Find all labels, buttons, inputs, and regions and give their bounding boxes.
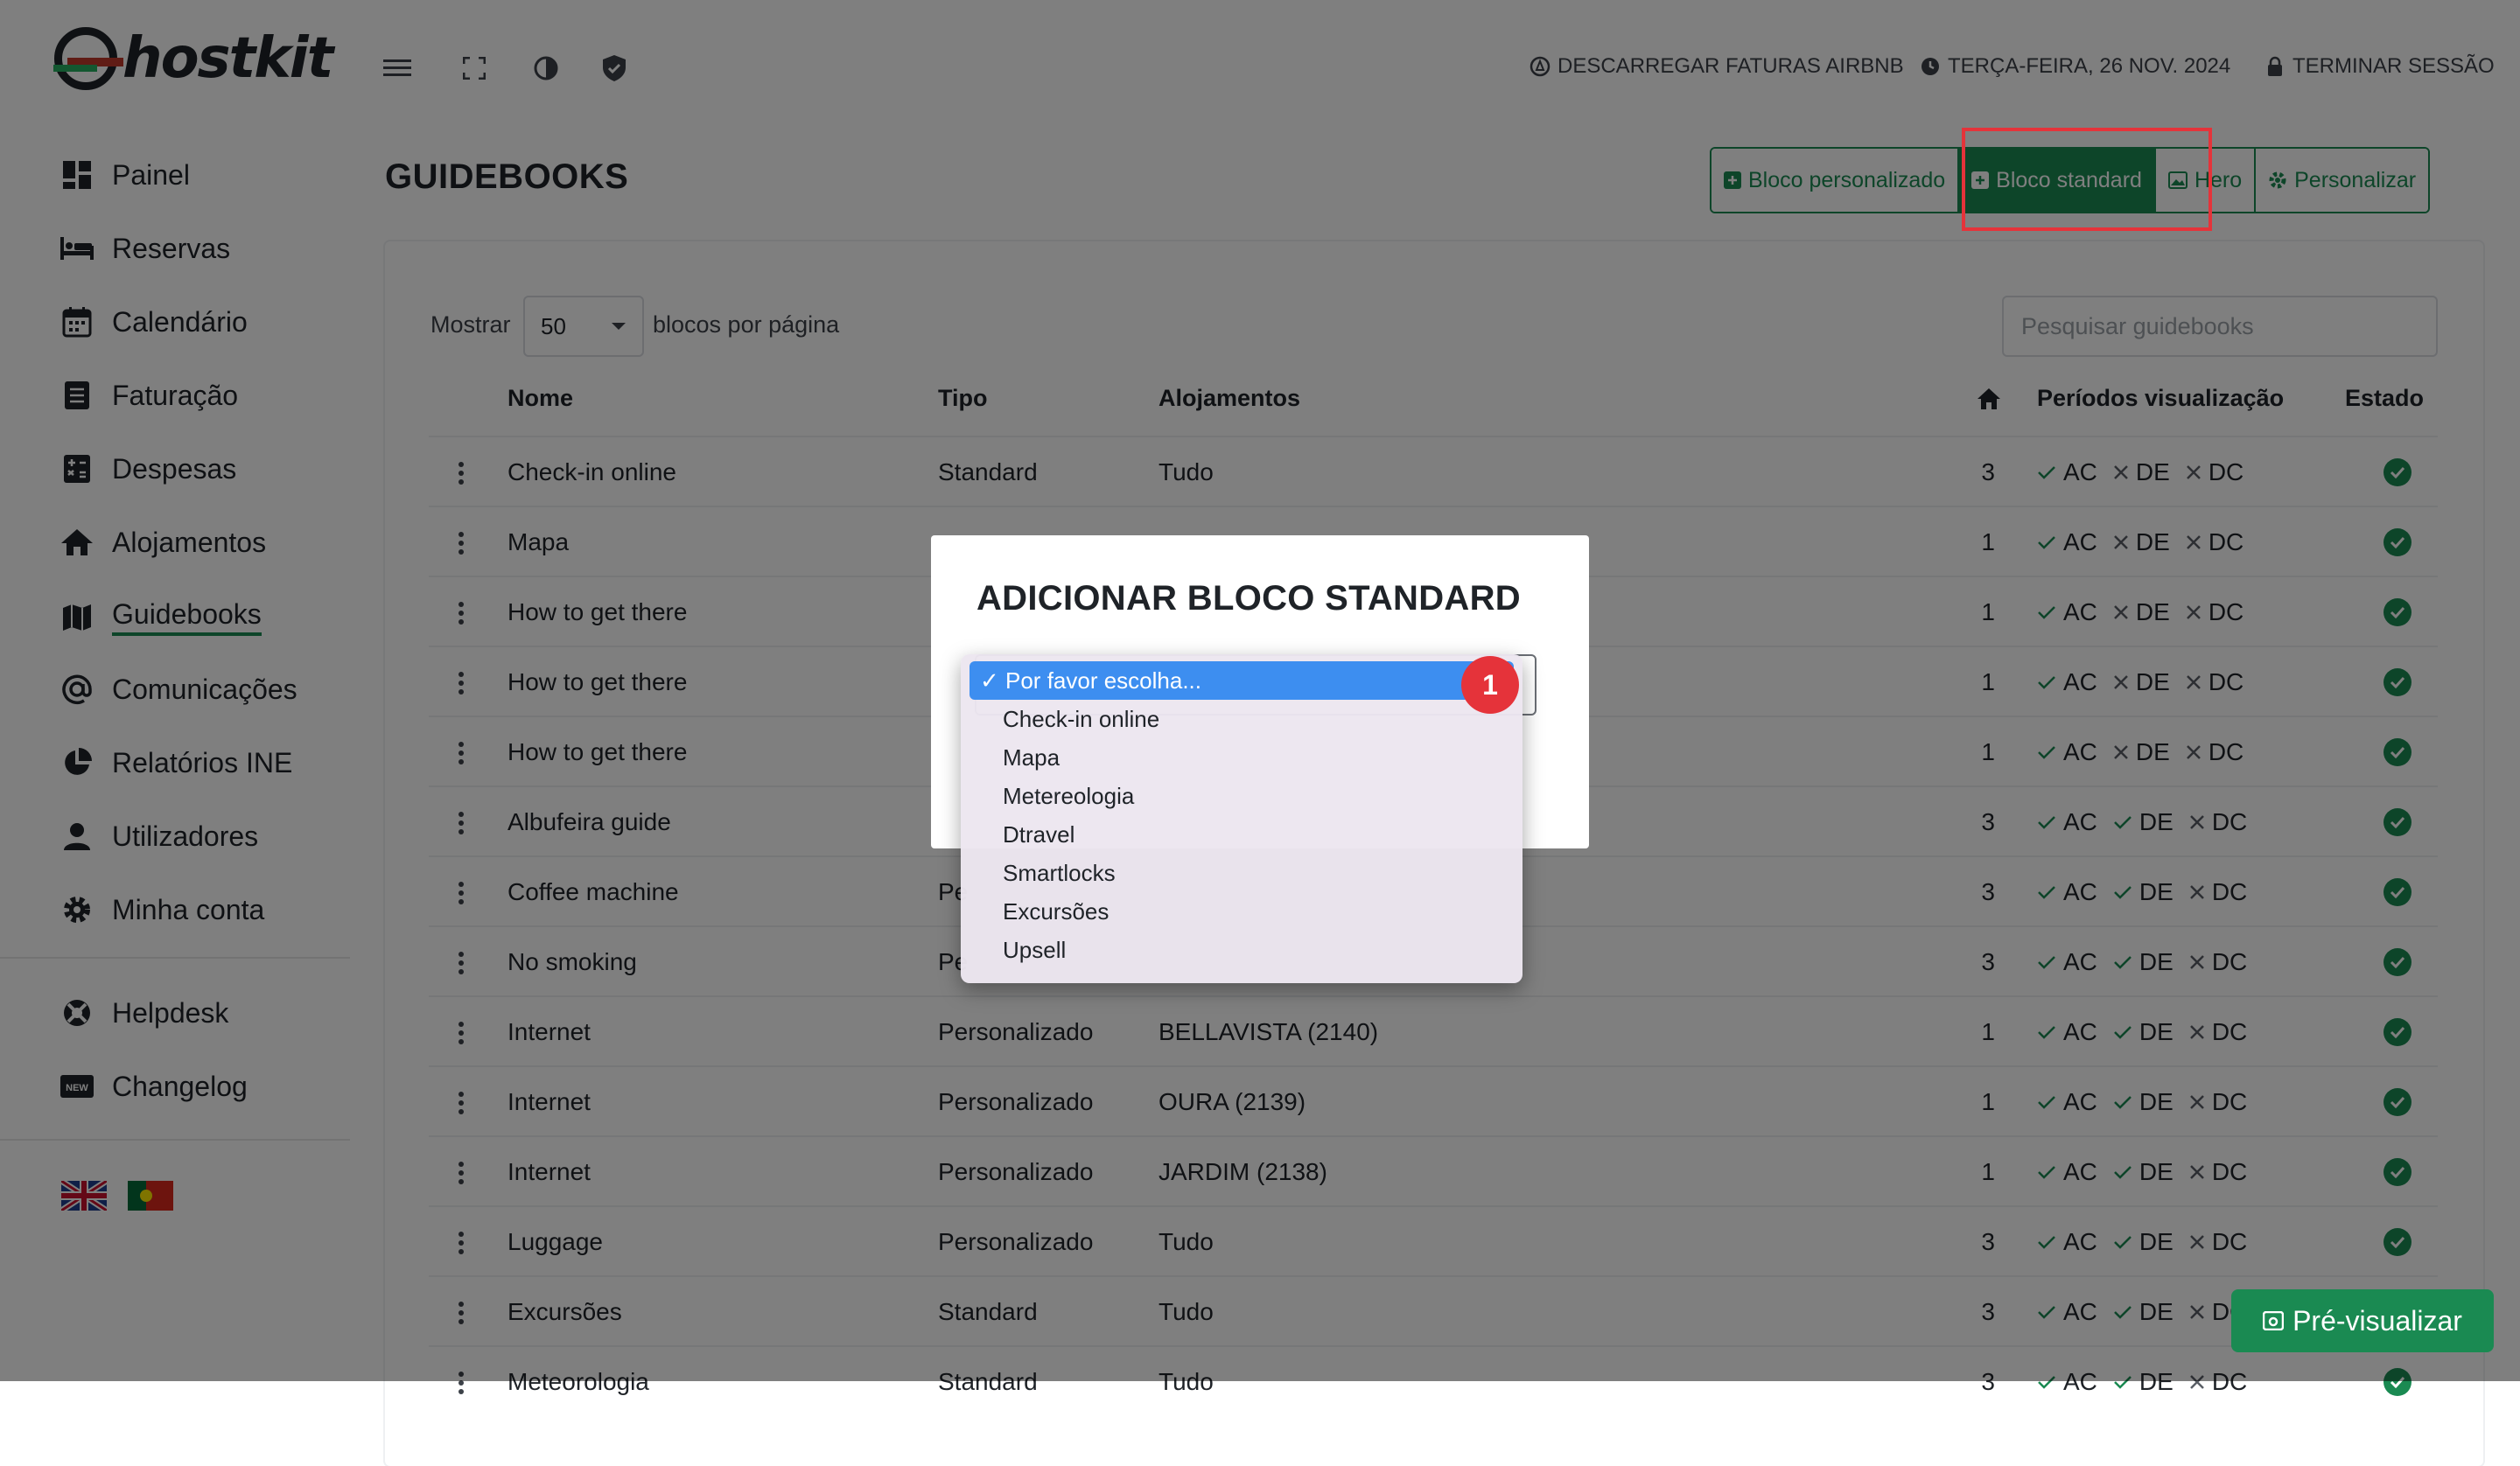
dropdown-option[interactable]: Metereologia <box>970 777 1514 815</box>
dropdown-option[interactable]: Excursões <box>970 892 1514 931</box>
modal-title: ADICIONAR BLOCO STANDARD <box>976 579 1521 618</box>
dropdown-option[interactable]: Mapa <box>970 738 1514 777</box>
dropdown-option[interactable]: ✓ Por favor escolha... <box>970 661 1514 700</box>
preview-button[interactable]: Pré-visualizar <box>2231 1289 2494 1352</box>
dropdown-option[interactable]: Check-in online <box>970 700 1514 738</box>
dropdown-option[interactable]: Dtravel <box>970 815 1514 854</box>
dropdown-option[interactable]: Upsell <box>970 931 1514 969</box>
standard-block-highlight <box>1962 128 2212 231</box>
preview-label: Pré-visualizar <box>2292 1304 2462 1337</box>
dropdown-option[interactable]: Smartlocks <box>970 854 1514 892</box>
preview-icon <box>2263 1311 2285 1330</box>
step-badge: 1 <box>1461 656 1519 714</box>
block-type-dropdown: ✓ Por favor escolha... Check-in online Map… <box>961 654 1522 983</box>
